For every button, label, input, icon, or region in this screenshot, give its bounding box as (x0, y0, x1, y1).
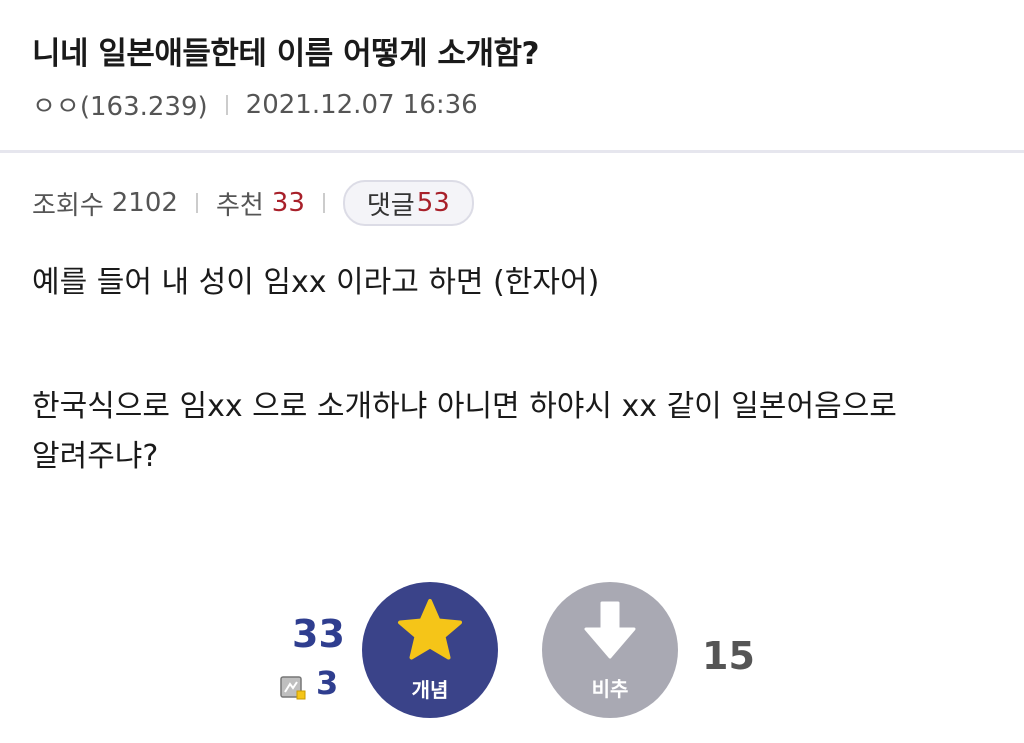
fix-recommend-count: 3 (280, 664, 338, 702)
downvote-button[interactable]: 비추 (542, 582, 678, 718)
arrow-down-icon (580, 599, 640, 667)
comments-count: 53 (416, 188, 450, 218)
post-date: 2021.12.07 16:36 (245, 89, 478, 120)
recommend-label: 추천 (215, 190, 264, 221)
upvote-button[interactable]: 개념 (362, 582, 498, 718)
views-label: 조회수 (32, 190, 104, 221)
body-line: 한국식으로 임xx 으로 소개하냐 아니면 하야시 xx 같이 일본어음으로 (32, 389, 897, 424)
upvote-count: 33 (292, 612, 345, 656)
meta-separator (225, 94, 228, 115)
star-icon (396, 598, 464, 668)
views-count: 2102 (111, 188, 178, 218)
post-stats: 조회수 2102 추천 33 댓글 53 (32, 180, 474, 226)
comments-button[interactable]: 댓글 53 (342, 180, 474, 226)
post-meta: ㅇㅇ(163.239) 2021.12.07 16:36 (32, 86, 478, 123)
downvote-label: 비추 (591, 676, 629, 701)
upvote-label: 개념 (411, 677, 449, 702)
body-line: 알려주냐? (32, 439, 159, 474)
header-divider (0, 150, 1024, 153)
author-name[interactable]: ㅇㅇ(163.239) (32, 86, 208, 123)
stats-separator (322, 193, 325, 213)
post-body: 예를 들어 내 성이 임xx 이라고 하면 (한자어) 한국식으로 임xx 으로… (32, 258, 1002, 482)
downvote-count: 15 (702, 634, 755, 678)
fix-recommend-number: 3 (316, 664, 339, 702)
fix-recommend-icon (280, 670, 306, 700)
post-title: 니네 일본애들한테 이름 어떻게 소개함? (32, 36, 539, 72)
body-gap (32, 308, 1002, 382)
comments-label: 댓글 (366, 190, 415, 221)
body-line: 예를 들어 내 성이 임xx 이라고 하면 (한자어) (32, 265, 600, 300)
stats-separator (195, 193, 198, 213)
recommend-count: 33 (271, 188, 305, 218)
